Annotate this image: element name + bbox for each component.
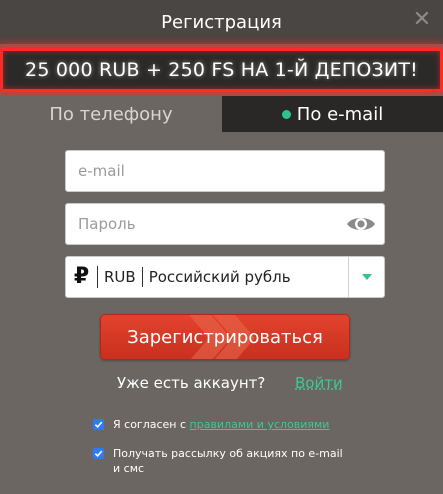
password-field-wrapper xyxy=(65,203,385,245)
newsletter-text: Получать рассылку об акциях по e-mail и … xyxy=(113,447,343,475)
chevron-down-icon xyxy=(361,274,372,280)
register-button-label: Зарегистрироваться xyxy=(127,326,323,348)
terms-link[interactable]: правилами и условиями xyxy=(190,418,330,431)
currency-select[interactable]: ₽ RUB Российский рубль xyxy=(65,256,385,298)
newsletter-checkbox-row: Получать рассылку об акциях по e-mail и … xyxy=(93,446,348,476)
modal-header: Регистрация ✕ xyxy=(0,0,443,44)
tab-phone[interactable]: По телефону xyxy=(0,96,222,132)
currency-name: Российский рубль xyxy=(148,268,291,286)
promo-banner: 25 000 RUB + 250 FS НА 1-Й ДЕПОЗИТ! xyxy=(0,48,443,92)
currency-dropdown-toggle[interactable] xyxy=(348,257,384,297)
login-link[interactable]: Войти xyxy=(295,374,343,392)
terms-checkbox[interactable] xyxy=(93,419,104,430)
checkmark-icon xyxy=(94,450,103,458)
terms-text: Я согласен с правилами и условиями xyxy=(113,417,329,432)
modal-title: Регистрация xyxy=(161,11,282,33)
tab-email[interactable]: По e-mail xyxy=(222,96,443,132)
tab-phone-label: По телефону xyxy=(49,103,173,125)
terms-prefix: Я согласен с xyxy=(113,418,190,431)
terms-checkbox-row: Я согласен с правилами и условиями xyxy=(93,417,329,432)
password-field[interactable] xyxy=(66,204,384,244)
promo-text: 25 000 RUB + 250 FS НА 1-Й ДЕПОЗИТ! xyxy=(25,59,418,81)
show-password-eye-icon[interactable] xyxy=(346,213,376,235)
email-field[interactable] xyxy=(66,151,384,191)
register-button[interactable]: Зарегистрироваться xyxy=(100,314,350,360)
newsletter-checkbox[interactable] xyxy=(93,448,104,459)
have-account-text: Уже есть аккаунт? xyxy=(117,374,266,392)
registration-tabs: По телефону По e-mail xyxy=(0,96,443,132)
email-field-wrapper xyxy=(65,150,385,192)
currency-code: RUB xyxy=(98,267,143,287)
tab-email-label: По e-mail xyxy=(296,103,384,125)
close-icon[interactable]: ✕ xyxy=(411,9,433,31)
active-dot-icon xyxy=(281,109,291,119)
ruble-icon: ₽ xyxy=(66,266,98,288)
checkmark-icon xyxy=(94,421,103,429)
